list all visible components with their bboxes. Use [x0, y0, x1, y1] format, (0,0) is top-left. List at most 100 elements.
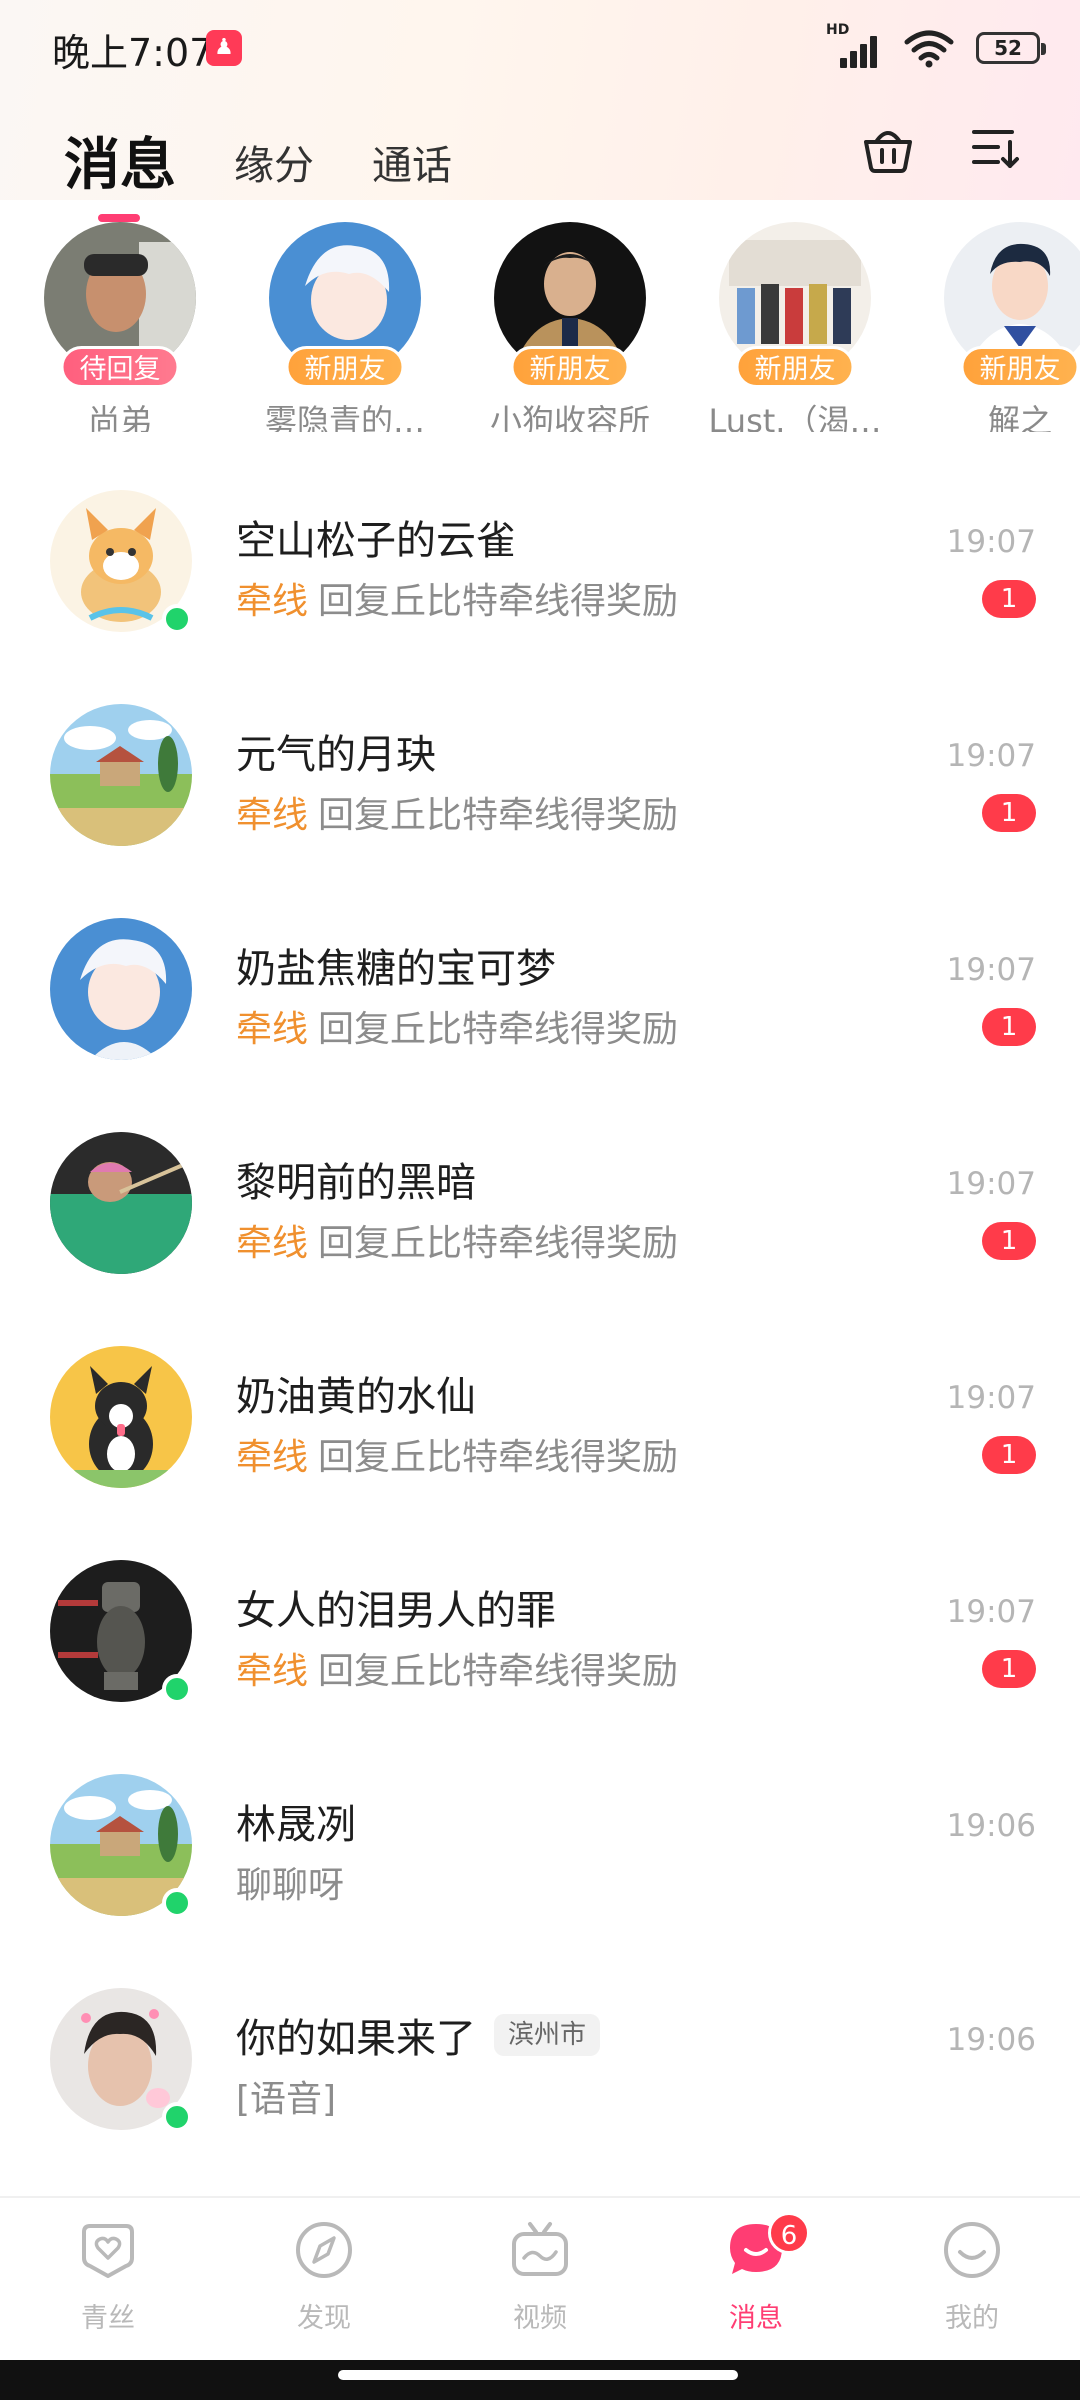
- status-indicators: HD 52: [826, 22, 1046, 70]
- avatar: 待回复: [44, 222, 196, 388]
- contact-name-text: 你的如果来了: [236, 2016, 476, 2062]
- avatar: 新朋友: [269, 222, 421, 388]
- nav-qingsi[interactable]: 青丝: [28, 2218, 188, 2335]
- message-preview-text: 回复丘比特牵线得奖励: [318, 1651, 679, 1692]
- contact-name-text: 黎明前的黑暗: [236, 1160, 476, 1206]
- conversation-row[interactable]: 元气的月玦 牵线 回复丘比特牵线得奖励 19:07 1: [0, 690, 1080, 904]
- message-preview: 牵线 回复丘比特牵线得奖励: [236, 786, 678, 838]
- unread-badge: 1: [982, 1650, 1036, 1688]
- online-indicator: [162, 604, 192, 634]
- avatar: 新朋友: [944, 222, 1080, 388]
- compass-icon: [296, 2222, 352, 2278]
- matchmaking-tag: 牵线: [236, 1437, 309, 1478]
- message-preview-text: 回复丘比特牵线得奖励: [318, 1437, 679, 1478]
- status-bar: 晚上7:07 ♟ HD 52: [0, 0, 1080, 96]
- contact-name-text: 奶油黄的水仙: [236, 1374, 476, 1420]
- contact-name-text: 元气的月玦: [236, 732, 436, 778]
- header-tabs: 消息 缘分 通话: [64, 108, 510, 222]
- story-item[interactable]: 新朋友 雾隐青的…: [240, 222, 450, 432]
- story-badge: 新朋友: [960, 346, 1080, 388]
- message-time: 19:07: [946, 952, 1036, 988]
- recent-contacts-row: 待回复 尚弟 新朋友 雾隐青的… 新朋友 小狗收容所 新朋友 Lust.（渴… …: [0, 222, 1080, 432]
- avatar: 新朋友: [719, 222, 871, 388]
- contact-name: 你的如果来了 滨州市: [236, 2006, 601, 2064]
- message-time: 19:06: [946, 1808, 1036, 1844]
- message-preview: [语音]: [236, 2070, 336, 2122]
- matchmaking-tag: 牵线: [236, 1651, 309, 1692]
- story-item[interactable]: 新朋友 解之: [915, 222, 1080, 432]
- message-preview-text: [语音]: [236, 2079, 337, 2120]
- story-name: 雾隐青的…: [264, 402, 425, 432]
- message-time: 19:07: [946, 1380, 1036, 1416]
- unread-badge: 1: [982, 794, 1036, 832]
- message-preview: 牵线 回复丘比特牵线得奖励: [236, 572, 678, 624]
- battery-icon: 52: [976, 32, 1046, 64]
- contact-name: 女人的泪男人的罪: [236, 1578, 556, 1636]
- smiley-icon: [944, 2222, 1000, 2278]
- contact-name-text: 林晟冽: [236, 1802, 356, 1848]
- message-preview: 牵线 回复丘比特牵线得奖励: [236, 1214, 678, 1266]
- basket-icon[interactable]: [860, 120, 916, 176]
- unread-badge: 1: [982, 1436, 1036, 1474]
- avatar: [50, 704, 192, 846]
- story-item[interactable]: 待回复 尚弟: [15, 222, 225, 432]
- contact-name: 奶油黄的水仙: [236, 1364, 476, 1422]
- online-indicator: [162, 1674, 192, 1704]
- conversation-row[interactable]: 林晟冽 聊聊呀 19:06: [0, 1760, 1080, 1974]
- contact-name: 元气的月玦: [236, 722, 436, 780]
- matchmaking-tag: 牵线: [236, 795, 309, 836]
- tab-calls[interactable]: 通话: [372, 138, 452, 198]
- system-gesture-area: [0, 2360, 1080, 2400]
- story-badge: 新朋友: [285, 346, 405, 388]
- message-preview: 牵线 回复丘比特牵线得奖励: [236, 1000, 678, 1052]
- location-tag: 滨州市: [494, 2014, 601, 2056]
- nav-label: 我的: [945, 2303, 999, 2334]
- contact-name: 奶盐焦糖的宝可梦: [236, 936, 556, 994]
- avatar: [50, 918, 192, 1060]
- nav-messages[interactable]: 6 消息: [676, 2212, 836, 2335]
- message-preview-text: 聊聊呀: [236, 1865, 345, 1906]
- story-badge: 新朋友: [735, 346, 855, 388]
- contact-name-text: 奶盐焦糖的宝可梦: [236, 946, 556, 992]
- story-badge: 待回复: [60, 346, 180, 388]
- home-indicator[interactable]: [338, 2370, 738, 2380]
- avatar: 新朋友: [494, 222, 646, 388]
- message-time: 19:07: [946, 738, 1036, 774]
- story-item[interactable]: 新朋友 小狗收容所: [465, 222, 675, 432]
- story-item[interactable]: 新朋友 Lust.（渴…: [690, 222, 900, 432]
- conversation-list: 空山松子的云雀 牵线 回复丘比特牵线得奖励 19:07 1 元气的月玦 牵线 回复丘…: [0, 476, 1080, 2188]
- message-preview-text: 回复丘比特牵线得奖励: [318, 795, 679, 836]
- message-preview: 聊聊呀: [236, 1856, 344, 1908]
- heart-shield-icon: [82, 2224, 134, 2278]
- message-time: 19:07: [946, 524, 1036, 560]
- avatar: [50, 1132, 192, 1274]
- nav-discover[interactable]: 发现: [244, 2218, 404, 2335]
- conversation-row[interactable]: 奶盐焦糖的宝可梦 牵线 回复丘比特牵线得奖励 19:07 1: [0, 904, 1080, 1118]
- header-actions: [860, 120, 1024, 176]
- tab-messages[interactable]: 消息: [64, 138, 176, 222]
- conversation-row[interactable]: 黎明前的黑暗 牵线 回复丘比特牵线得奖励 19:07 1: [0, 1118, 1080, 1332]
- conversation-row[interactable]: 空山松子的云雀 牵线 回复丘比特牵线得奖励 19:07 1: [0, 476, 1080, 690]
- sort-list-icon[interactable]: [968, 120, 1024, 176]
- nav-profile[interactable]: 我的: [892, 2218, 1052, 2335]
- conversation-row[interactable]: 女人的泪男人的罪 牵线 回复丘比特牵线得奖励 19:07 1: [0, 1546, 1080, 1760]
- message-time: 19:06: [946, 2022, 1036, 2058]
- tab-fate[interactable]: 缘分: [234, 138, 314, 198]
- nav-video[interactable]: 视频: [460, 2218, 620, 2335]
- unread-badge: 1: [982, 580, 1036, 618]
- story-name: Lust.（渴…: [708, 402, 882, 432]
- matchmaking-tag: 牵线: [236, 1223, 309, 1264]
- story-name: 解之: [987, 402, 1052, 432]
- unread-badge: 1: [982, 1222, 1036, 1260]
- bottom-navigation: 青丝 发现 视频 6 消息 我的: [0, 2196, 1080, 2360]
- message-time: 19:07: [946, 1594, 1036, 1630]
- contact-name-text: 空山松子的云雀: [236, 518, 516, 564]
- conversation-row[interactable]: 奶油黄的水仙 牵线 回复丘比特牵线得奖励 19:07 1: [0, 1332, 1080, 1546]
- message-preview: 牵线 回复丘比特牵线得奖励: [236, 1642, 678, 1694]
- online-indicator: [162, 2102, 192, 2132]
- nav-label: 青丝: [81, 2303, 135, 2334]
- message-preview-text: 回复丘比特牵线得奖励: [318, 1009, 679, 1050]
- matchmaking-tag: 牵线: [236, 581, 309, 622]
- story-name: 尚弟: [87, 402, 152, 432]
- conversation-row[interactable]: 你的如果来了 滨州市 [语音] 19:06: [0, 1974, 1080, 2188]
